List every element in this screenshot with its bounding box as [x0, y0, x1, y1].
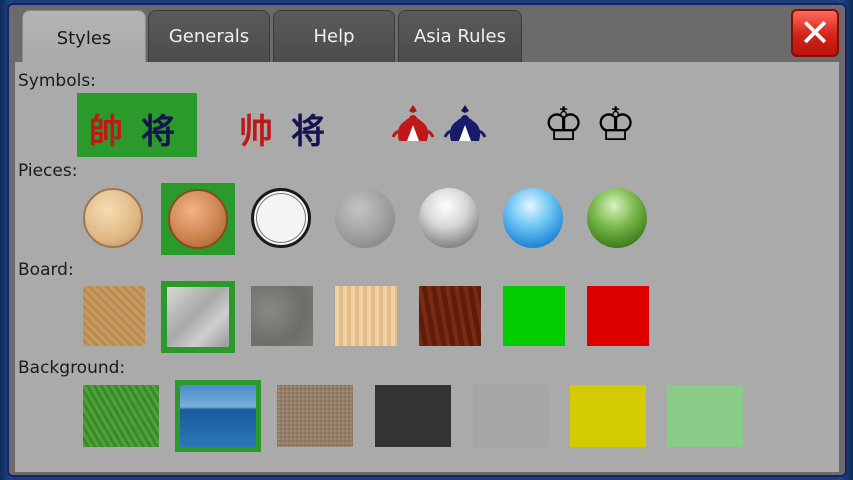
styles-panel: Symbols: 帥 将 帅 将 ♔ ♔ Pieces: Board: Back… — [15, 62, 839, 472]
grass-background[interactable] — [83, 385, 159, 447]
settings-dialog: Styles Generals Help Asia Rules ✕ Symbol… — [7, 3, 847, 477]
green-glass-piece[interactable] — [587, 188, 647, 248]
brushed-metal-board-selected[interactable] — [161, 281, 235, 353]
white-king-chess-icon: ♔ — [543, 97, 585, 151]
tab-help[interactable]: Help — [273, 10, 395, 62]
symbol-option-chess[interactable]: ♔ ♔ — [539, 93, 649, 157]
white-king-chess-icon: ♔ — [595, 97, 637, 151]
light-green-background[interactable] — [667, 385, 743, 447]
symbol-option-traditional[interactable]: 帥 将 — [77, 93, 197, 157]
sand-wood-board[interactable] — [83, 286, 145, 346]
stone-piece[interactable] — [335, 188, 395, 248]
yellow-background[interactable] — [570, 385, 646, 447]
red-elephant-emblem-icon — [391, 105, 435, 141]
symbols-label: Symbols: — [18, 71, 96, 91]
ocean-background-selected[interactable] — [175, 380, 261, 452]
white-piece[interactable] — [251, 188, 311, 248]
light-wood-board[interactable] — [335, 286, 397, 346]
close-x-icon: ✕ — [799, 11, 831, 55]
brushed-metal-board — [167, 287, 229, 347]
board-label: Board: — [18, 260, 74, 280]
blue-glass-piece[interactable] — [503, 188, 563, 248]
mahogany-board[interactable] — [419, 286, 481, 346]
tab-styles[interactable]: Styles — [22, 10, 146, 66]
close-button[interactable]: ✕ — [791, 9, 839, 57]
dark-gray-background[interactable] — [375, 385, 451, 447]
light-gray-background[interactable] — [473, 385, 549, 447]
gravel-background[interactable] — [277, 385, 353, 447]
dark-wood-piece — [168, 189, 228, 249]
symbol-option-simplified[interactable]: 帅 将 — [227, 93, 347, 157]
pieces-label: Pieces: — [18, 161, 78, 181]
light-wood-piece[interactable] — [83, 188, 143, 248]
symbol-option-emblem[interactable] — [387, 93, 497, 157]
tab-generals[interactable]: Generals — [148, 10, 270, 62]
tab-asia-rules[interactable]: Asia Rules — [398, 10, 522, 62]
red-board[interactable] — [587, 286, 649, 346]
symbol-red-general: 帅 — [239, 112, 273, 152]
background-label: Background: — [18, 358, 126, 378]
blue-elephant-emblem-icon — [443, 105, 487, 141]
symbol-red-general: 帥 — [89, 112, 123, 152]
dark-wood-piece-selected[interactable] — [161, 183, 235, 255]
symbol-black-general: 将 — [141, 112, 175, 152]
granite-board[interactable] — [251, 286, 313, 346]
ocean-background — [180, 385, 256, 447]
silver-piece[interactable] — [419, 188, 479, 248]
tab-bar: Styles Generals Help Asia Rules — [22, 10, 782, 66]
symbol-black-general: 将 — [291, 112, 325, 152]
green-board[interactable] — [503, 286, 565, 346]
